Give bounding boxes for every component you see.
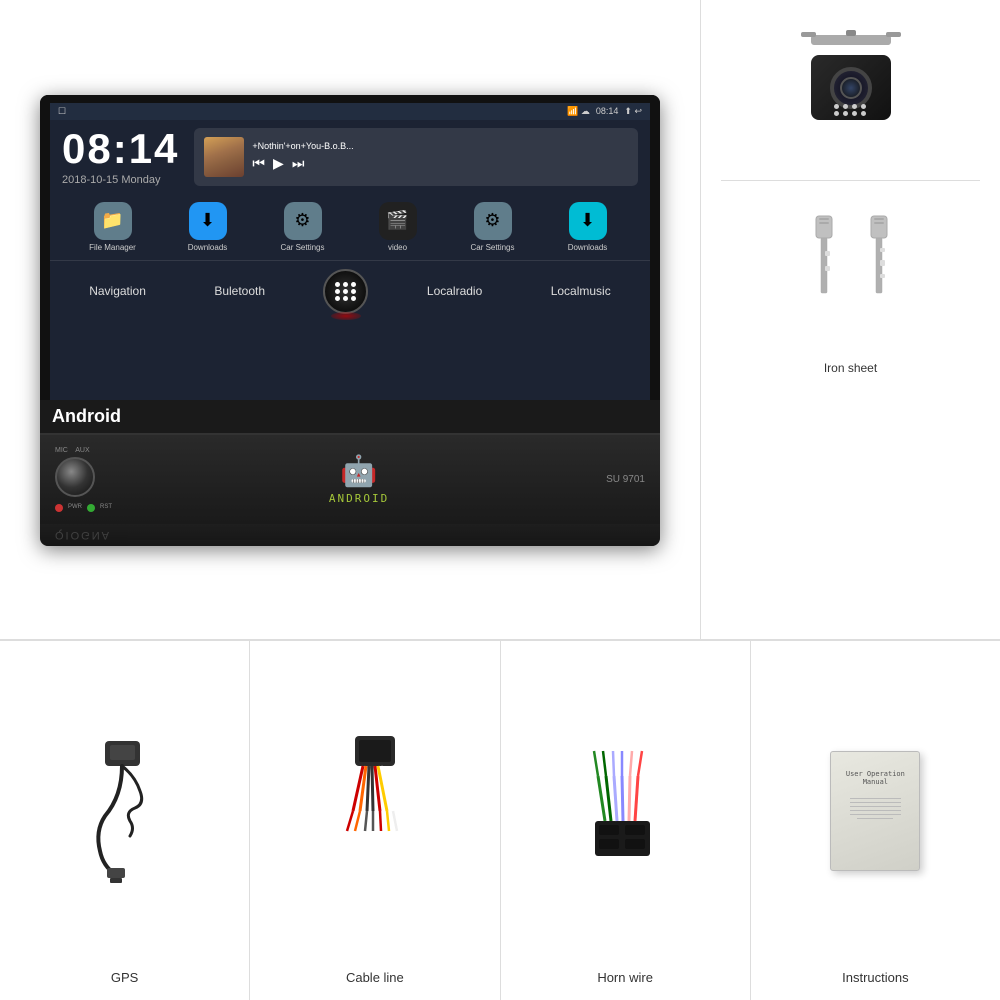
horn-svg: [570, 731, 680, 891]
music-title: +Nothin'+on+You-B.o.B...: [252, 141, 353, 151]
status-bar-left: ☐: [58, 106, 66, 117]
gps-svg: [75, 736, 175, 886]
nav-bluetooth[interactable]: Buletooth: [204, 280, 275, 302]
car-settings-2-icon: ⚙: [474, 202, 512, 240]
prev-button[interactable]: ⏮: [252, 155, 265, 172]
main-container: ☐ 📶 ☁ 08:14 ⬆ ↩ 08:14: [0, 0, 1000, 1000]
downloads-2-icon: ⬇: [569, 202, 607, 240]
nav-localmusic[interactable]: Localmusic: [541, 280, 621, 302]
nav-row: Navigation Buletooth: [50, 260, 650, 322]
app-car-settings-1[interactable]: ⚙ Car Settings: [273, 202, 333, 252]
rst-label: RST: [100, 504, 112, 512]
app-label-downloads-1: Downloads: [188, 243, 228, 252]
screen-bezel: ☐ 📶 ☁ 08:14 ⬆ ↩ 08:14: [40, 95, 660, 400]
nav-navigation[interactable]: Navigation: [79, 280, 156, 302]
file-manager-icon: 📁: [94, 202, 132, 240]
cable-svg: [325, 731, 425, 891]
cable-label: Cable line: [346, 970, 404, 985]
iron-sheet-svg: [791, 211, 911, 361]
accessory-gps: GPS: [0, 640, 250, 1000]
camera-lens: [830, 67, 872, 109]
app-downloads-1[interactable]: ⬇ Downloads: [178, 202, 238, 252]
camera-area: Iron sheet: [700, 0, 1000, 640]
time-display: 08:14: [62, 128, 179, 170]
manual-title: User Operation Manual: [839, 770, 911, 786]
status-bar: ☐ 📶 ☁ 08:14 ⬆ ↩: [50, 103, 650, 120]
gps-label: GPS: [111, 970, 138, 985]
unit-shadow: QIOGNA: [40, 524, 660, 546]
center-dots: [335, 282, 357, 301]
app-label-car-settings-1: Car Settings: [280, 243, 324, 252]
music-player[interactable]: +Nothin'+on+You-B.o.B... ⏮ ▶ ⏭: [194, 128, 638, 186]
divider-h: [721, 180, 980, 181]
car-unit-area: ☐ 📶 ☁ 08:14 ⬆ ↩ 08:14: [0, 0, 700, 640]
pwr-label: PWR: [68, 504, 82, 512]
iron-sheet-label: Iron sheet: [824, 361, 877, 375]
accessory-instructions: User Operation Manual Instructions: [751, 640, 1000, 1000]
app-video[interactable]: 🎬 video: [368, 202, 428, 252]
android-label: Android: [52, 406, 121, 426]
time-weather-area: 08:14 2018-10-15 Monday +Nothin'+on+You-…: [50, 120, 650, 194]
cable-image: [260, 661, 489, 960]
status-icons: 📶 ☁: [567, 106, 590, 117]
app-label-downloads-2: Downloads: [568, 243, 608, 252]
horn-label: Horn wire: [597, 970, 653, 985]
gps-image: [10, 661, 239, 960]
music-controls: +Nothin'+on+You-B.o.B... ⏮ ▶ ⏭: [252, 141, 353, 172]
app-car-settings-2[interactable]: ⚙ Car Settings: [463, 202, 523, 252]
camera-leds: [834, 104, 868, 116]
album-art: [204, 137, 244, 177]
android-robot-icon: 🤖: [340, 454, 377, 489]
downloads-1-icon: ⬇: [189, 202, 227, 240]
android-logo-center: 🤖 ANDROID: [122, 454, 596, 505]
camera-body: [811, 55, 891, 120]
android-reflected-text: QIOGNA: [55, 529, 645, 541]
app-label-file-manager: File Manager: [89, 243, 136, 252]
app-label-video: video: [388, 243, 407, 252]
instructions-image: User Operation Manual: [761, 661, 990, 960]
controls-row: ⏮ ▶ ⏭: [252, 155, 353, 172]
camera-lens-inner: [840, 77, 862, 99]
screen-display[interactable]: 08:14 2018-10-15 Monday +Nothin'+on+You-…: [50, 120, 650, 400]
app-icons-row: 📁 File Manager ⬇ Downloads ⚙ Car Setting…: [50, 194, 650, 260]
pwr-button[interactable]: [55, 504, 63, 512]
bottom-section: GPS: [0, 640, 1000, 1000]
mic-label: MIC AUX: [55, 447, 90, 454]
instructions-label: Instructions: [842, 970, 908, 985]
app-label-car-settings-2: Car Settings: [470, 243, 514, 252]
manual-lines: [839, 798, 911, 822]
unit-model: SU 9701: [606, 474, 645, 485]
app-downloads-2[interactable]: ⬇ Downloads: [558, 202, 618, 252]
android-label-bar: Android: [40, 400, 660, 433]
horn-image: [511, 661, 740, 960]
app-file-manager[interactable]: 📁 File Manager: [83, 202, 143, 252]
car-unit: ☐ 📶 ☁ 08:14 ⬆ ↩ 08:14: [40, 95, 660, 546]
video-icon: 🎬: [379, 202, 417, 240]
rst-button[interactable]: [87, 504, 95, 512]
unit-controls-row: PWR RST: [55, 504, 112, 512]
camera-image: [771, 30, 931, 150]
iron-sheet-area: Iron sheet: [791, 211, 911, 375]
manual-visual: User Operation Manual: [830, 751, 920, 871]
nav-localradio[interactable]: Localradio: [417, 280, 492, 302]
next-button[interactable]: ⏭: [292, 155, 305, 172]
knob-area: MIC AUX PWR RST: [55, 447, 112, 512]
status-time: 08:14: [596, 106, 619, 116]
nav-center-button[interactable]: [323, 269, 368, 314]
volume-knob[interactable]: [55, 457, 95, 497]
date-display: 2018-10-15 Monday: [62, 174, 179, 186]
car-settings-1-icon: ⚙: [284, 202, 322, 240]
accessory-cable: Cable line: [250, 640, 500, 1000]
camera-mount-svg: [791, 30, 911, 50]
status-arrows: ⬆ ↩: [624, 106, 642, 117]
play-button[interactable]: ▶: [273, 155, 284, 172]
top-section: ☐ 📶 ☁ 08:14 ⬆ ↩ 08:14: [0, 0, 1000, 640]
android-unit-text: ANDROID: [329, 492, 389, 505]
unit-body: MIC AUX PWR RST 🤖 ANDROID SU 9: [40, 433, 660, 524]
accessory-horn: Horn wire: [501, 640, 751, 1000]
time-block: 08:14 2018-10-15 Monday: [62, 128, 179, 186]
